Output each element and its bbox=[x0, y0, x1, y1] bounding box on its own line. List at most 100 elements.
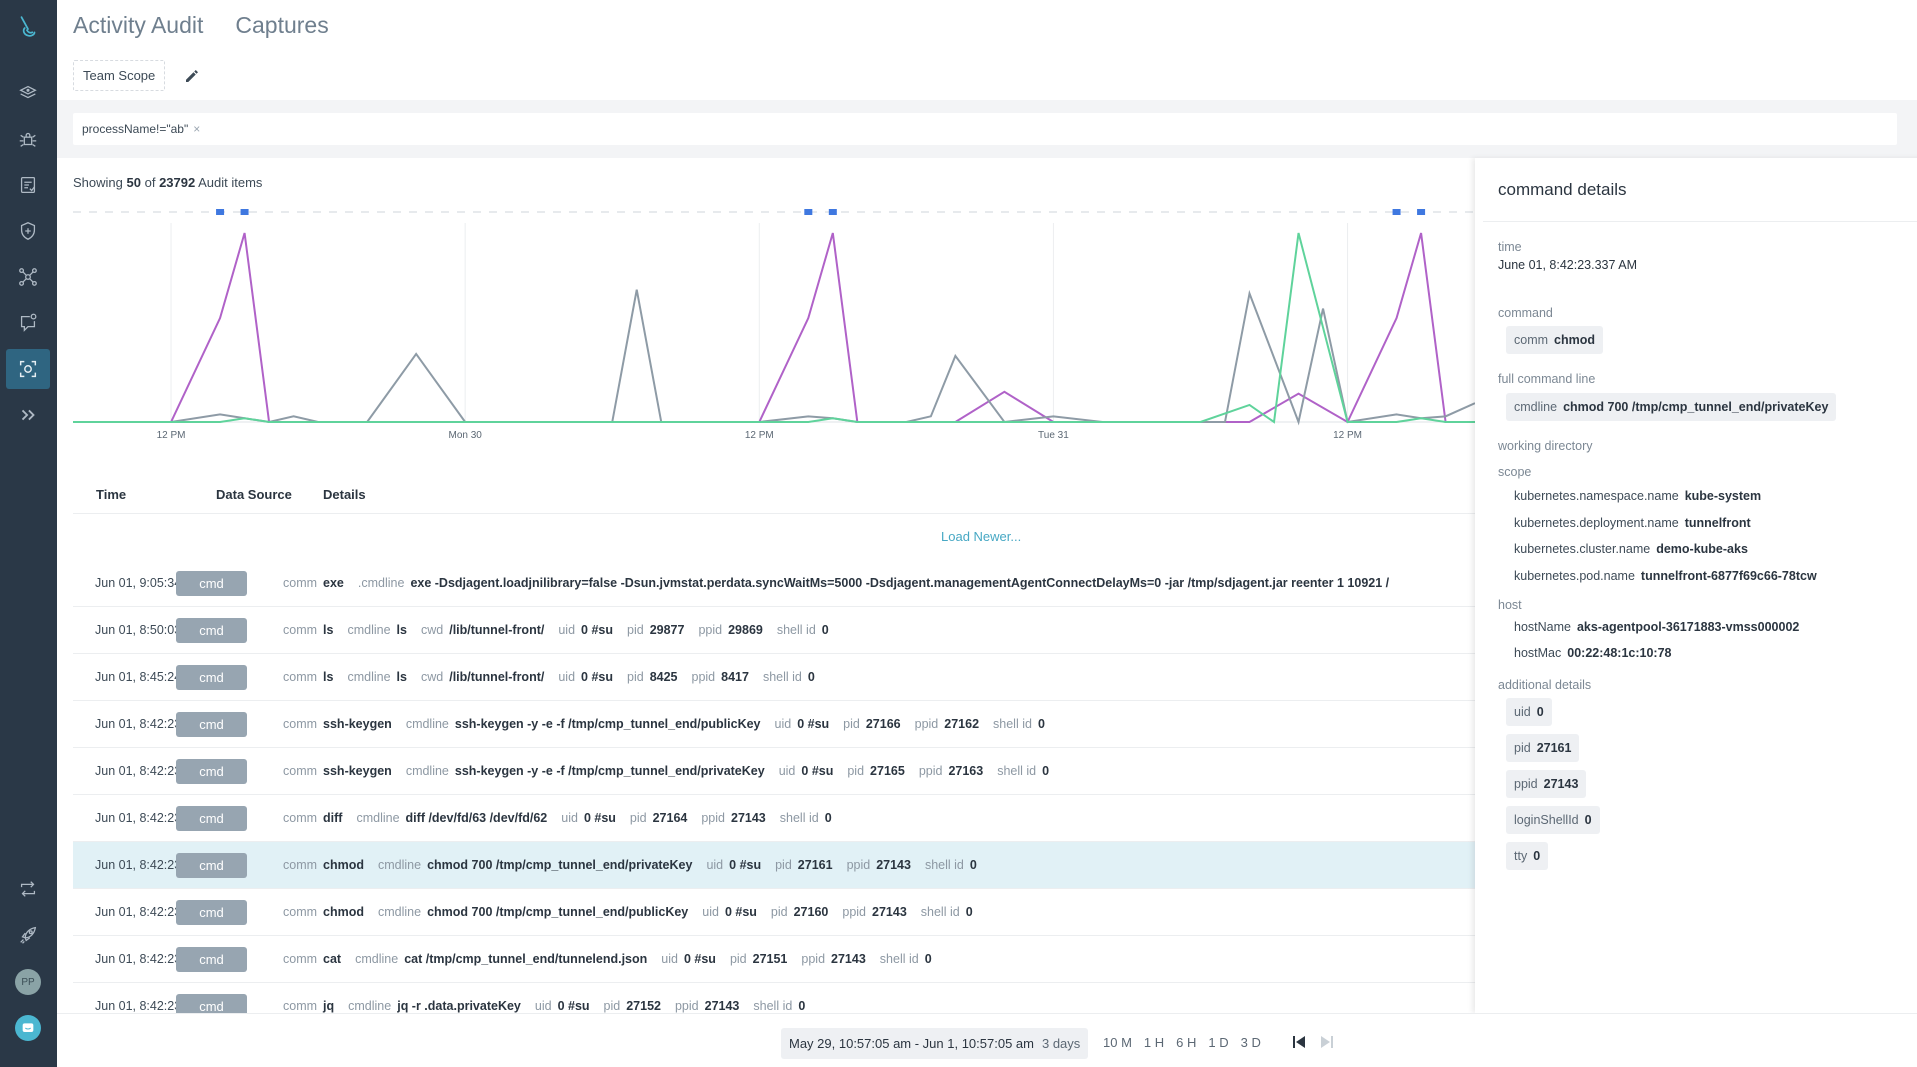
detail-value: ssh-keygen -y -e -f /tmp/cmp_tunnel_end/… bbox=[454, 717, 761, 731]
scope-line-key: kubernetes.namespace.name bbox=[1514, 489, 1679, 503]
detail-pair: cwd/lib/tunnel-front/ bbox=[421, 623, 544, 637]
event-marker[interactable] bbox=[1392, 209, 1401, 215]
sidebar-item-compliance[interactable] bbox=[6, 165, 50, 205]
summary-suffix: Audit items bbox=[198, 175, 263, 190]
data-source-badge: cmd bbox=[176, 711, 247, 737]
table-row[interactable]: Jun 01, 8:45:24 AM cmd comm ls cmdline ls cwd /… bbox=[73, 654, 1475, 701]
table-row[interactable]: Jun 01, 8:42:23 AM cmd comm ssh-keygen cmdli… bbox=[73, 701, 1475, 748]
detail-key: pid bbox=[603, 999, 621, 1013]
sidebar-item-integrations[interactable] bbox=[6, 869, 50, 909]
sidebar-expand[interactable] bbox=[6, 395, 50, 435]
series-line-purple[interactable] bbox=[73, 232, 1475, 424]
edit-scope-icon[interactable] bbox=[183, 67, 201, 85]
filter-bar: processName!="ab" × bbox=[57, 100, 1917, 158]
detail-value: ssh-keygen bbox=[323, 717, 392, 731]
detail-value: 27162 bbox=[944, 717, 980, 731]
detail-key: ppid bbox=[691, 670, 716, 684]
load-newer-link[interactable]: Load Newer... bbox=[941, 529, 1021, 544]
sidebar-item-captures[interactable] bbox=[6, 349, 50, 389]
column-header-details[interactable]: Details bbox=[323, 487, 366, 502]
support-chat-button[interactable] bbox=[15, 1015, 41, 1041]
detail-value: ls bbox=[396, 670, 407, 684]
activity-timeline-chart[interactable]: 12 PM Mon 30 12 PM Tue 31 12 PM bbox=[73, 200, 1475, 445]
preset-6h[interactable]: 6 H bbox=[1176, 1035, 1196, 1050]
sidebar-item-layers[interactable] bbox=[6, 73, 50, 113]
detail-pair: comm exe bbox=[283, 576, 344, 590]
detail-value: 0 bbox=[924, 952, 932, 966]
time-nav-buttons bbox=[1291, 1034, 1335, 1050]
detail-pair: comm ls bbox=[283, 623, 333, 637]
host-label: host bbox=[1498, 598, 1522, 612]
row-details: comm ssh-keygen cmdline ssh-keygen -y -e -f… bbox=[283, 717, 1473, 731]
series-line-gray[interactable] bbox=[73, 289, 1475, 426]
preset-3d[interactable]: 3 D bbox=[1241, 1035, 1261, 1050]
detail-pair: uid 0 #su bbox=[706, 858, 761, 872]
detail-key: cmdline bbox=[347, 623, 391, 637]
detail-pair: ppid 27143 bbox=[801, 952, 865, 966]
detail-key: cmdline bbox=[405, 717, 449, 731]
sidebar-item-events[interactable] bbox=[6, 303, 50, 343]
detail-value: /lib/tunnel-front/ bbox=[449, 670, 545, 684]
row-details: comm diff cmdline diff /dev/fd/63 /dev/fd/6… bbox=[283, 811, 1473, 825]
detail-pair: pid 27160 bbox=[771, 905, 828, 919]
detail-key: comm bbox=[283, 576, 318, 590]
table-row[interactable]: Jun 01, 9:05:34 AM cmd comm exe .cmdline exe … bbox=[73, 560, 1475, 607]
detail-pair: ppid 27143 bbox=[701, 811, 765, 825]
sidebar-item-network[interactable] bbox=[6, 257, 50, 297]
sidebar-item-policies[interactable] bbox=[6, 211, 50, 251]
team-scope-button[interactable]: Team Scope bbox=[73, 60, 166, 91]
preset-10m[interactable]: 10 M bbox=[1103, 1035, 1132, 1050]
preset-1h[interactable]: 1 H bbox=[1144, 1035, 1164, 1050]
detail-pair: comm ls bbox=[283, 670, 333, 684]
tab-captures[interactable]: Captures bbox=[235, 12, 328, 39]
event-marker[interactable] bbox=[828, 209, 837, 215]
event-marker[interactable] bbox=[1417, 209, 1426, 215]
tab-activity-audit[interactable]: Activity Audit bbox=[73, 12, 203, 39]
scope-line: kubernetes.namespace.name kube-system bbox=[1514, 489, 1761, 503]
table-row[interactable]: Jun 01, 8:50:03 AM cmd comm ls cmdline ls cwd /… bbox=[73, 607, 1475, 654]
detail-pair: .cmdline exe -Dsdjagent.loadjnilibrary=fa… bbox=[358, 576, 1389, 590]
detail-value: 27143 bbox=[704, 999, 740, 1013]
preset-1d[interactable]: 1 D bbox=[1208, 1035, 1228, 1050]
detail-key: comm bbox=[283, 858, 318, 872]
detail-value: jq -r .data.privateKey bbox=[397, 999, 521, 1013]
event-marker[interactable] bbox=[216, 209, 225, 215]
sidebar-item-vulnerabilities[interactable] bbox=[6, 119, 50, 159]
data-source-badge: cmd bbox=[176, 899, 247, 925]
detail-key: shell id bbox=[924, 858, 964, 872]
sidebar-item-get-started[interactable] bbox=[6, 915, 50, 955]
user-avatar[interactable]: PP bbox=[15, 969, 41, 995]
detail-pair: pid 27165 bbox=[847, 764, 904, 778]
data-source-badge: cmd bbox=[176, 805, 247, 831]
detail-pair: uid 0 #su bbox=[779, 764, 834, 778]
column-header-time[interactable]: Time bbox=[96, 487, 126, 502]
series-line-green[interactable] bbox=[73, 232, 1475, 424]
detail-pair: pid 27151 bbox=[730, 952, 787, 966]
table-row[interactable]: Jun 01, 8:42:23 AM cmd comm jq cmdline jq -r … bbox=[73, 983, 1475, 1015]
detail-value: 27143 bbox=[876, 858, 911, 872]
detail-key: uid bbox=[558, 623, 576, 637]
table-row[interactable]: Jun 01, 8:42:23 AM cmd comm ssh-keygen cmdli… bbox=[73, 748, 1475, 795]
column-header-data-source[interactable]: Data Source bbox=[216, 487, 292, 502]
page-tabs: Activity Audit Captures bbox=[73, 12, 329, 39]
logo-icon[interactable] bbox=[10, 10, 46, 46]
detail-key: ppid bbox=[701, 811, 725, 825]
table-row[interactable]: Jun 01, 8:42:23 AM cmd comm chmod cmdline chm… bbox=[73, 889, 1475, 936]
scope-line-value: kube-system bbox=[1684, 489, 1762, 503]
detail-value: 27143 bbox=[872, 905, 907, 919]
event-marker[interactable] bbox=[804, 209, 813, 215]
filter-input[interactable]: processName!="ab" × bbox=[73, 113, 1897, 145]
detail-key: cmdline bbox=[405, 764, 449, 778]
detail-value: ssh-keygen -y -e -f /tmp/cmp_tunnel_end/… bbox=[454, 764, 765, 778]
row-details: comm jq cmdline jq -r .data.privateKey uid 0 … bbox=[283, 999, 1473, 1013]
table-row[interactable]: Jun 01, 8:42:23 AM cmd comm diff cmdline diff… bbox=[73, 795, 1475, 842]
detail-key: shell id bbox=[753, 999, 793, 1013]
remove-filter-icon[interactable]: × bbox=[193, 122, 200, 136]
table-row[interactable]: Jun 01, 8:42:23 AM cmd comm chmod cmdline chm… bbox=[73, 842, 1475, 889]
table-row[interactable]: Jun 01, 8:42:23 AM cmd comm cat cmdline cat /… bbox=[73, 936, 1475, 983]
time-range-selector[interactable]: May 29, 10:57:05 am - Jun 1, 10:57:05 am… bbox=[781, 1028, 1089, 1059]
data-source-badge: cmd bbox=[176, 617, 247, 643]
skip-forward-icon[interactable] bbox=[1319, 1034, 1335, 1050]
skip-back-icon[interactable] bbox=[1291, 1034, 1307, 1050]
event-marker[interactable] bbox=[240, 209, 249, 215]
